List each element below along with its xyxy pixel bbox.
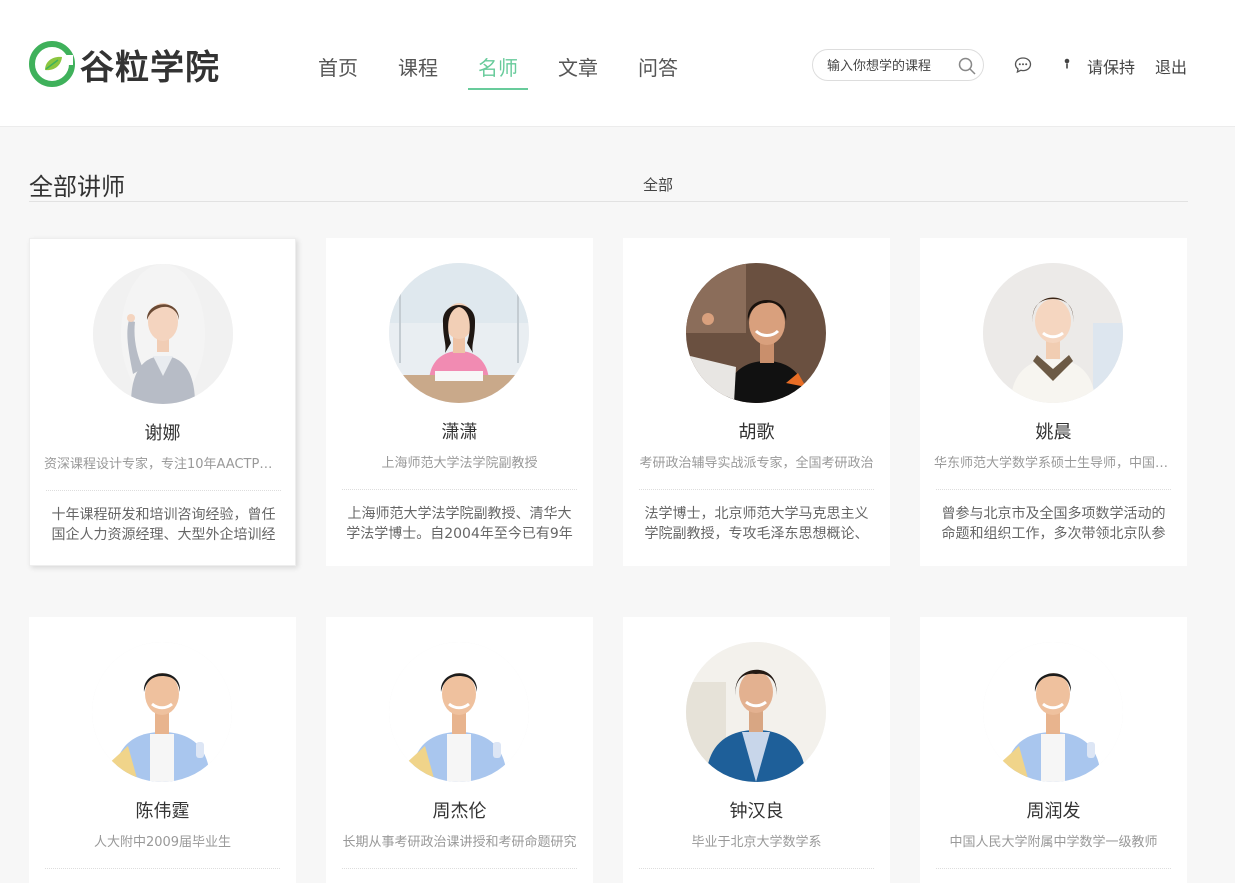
logout-link[interactable]: 退出 — [1155, 54, 1187, 78]
avatar-male-laptop-icon — [686, 263, 826, 403]
logo-leaf-icon — [29, 41, 75, 87]
page-title: 全部讲师 — [29, 173, 125, 201]
nav-active-underline — [468, 88, 528, 90]
logo-text: 谷粒学院 — [80, 47, 220, 88]
teacher-name[interactable]: 周润发 — [920, 797, 1187, 823]
teacher-title: 毕业于北京大学数学系 — [691, 835, 822, 850]
teacher-avatar[interactable] — [389, 263, 529, 403]
title-divider — [29, 201, 1188, 202]
nav-label: 文章 — [558, 56, 598, 80]
teacher-name[interactable]: 周杰伦 — [326, 797, 593, 823]
teacher-intro: 十年课程研发和培训咨询经验，曾任国企人力资源经理、大型外企培训经理 — [51, 507, 276, 543]
avatar-female-pointing-icon — [93, 264, 233, 404]
site-header: 谷粒学院 首页 课程 名师 文章 问答 请保持 退出 — [0, 0, 1235, 127]
teacher-card[interactable]: 周润发 中国人民大学附属中学数学一级教师 — [920, 617, 1187, 883]
teacher-title: 资深课程设计专家，专注10年AACTP认证 — [44, 457, 283, 472]
teacher-avatar[interactable] — [983, 263, 1123, 403]
avatar-male-folder-icon — [983, 642, 1123, 782]
avatar-male-cardigan-icon — [686, 642, 826, 782]
username-link[interactable]: 请保持 — [1087, 54, 1135, 78]
avatar-female-collar-icon — [983, 263, 1123, 403]
teacher-avatar[interactable] — [686, 263, 826, 403]
card-divider — [936, 489, 1171, 490]
nav-teachers[interactable]: 名师 — [468, 52, 558, 90]
avatar-male-folder-icon — [389, 642, 529, 782]
card-divider — [342, 489, 577, 490]
card-divider — [639, 489, 874, 490]
teacher-name[interactable]: 谢娜 — [30, 419, 295, 445]
teacher-card[interactable]: 胡歌 考研政治辅导实战派专家，全国考研政治 法学博士，北京师范大学马克思主义学院… — [623, 238, 890, 566]
avatar-male-folder-icon — [92, 642, 232, 782]
search-input[interactable] — [827, 56, 947, 76]
teacher-title: 中国人民大学附属中学数学一级教师 — [949, 835, 1158, 850]
teacher-card[interactable]: 谢娜 资深课程设计专家，专注10年AACTP认证 十年课程研发和培训咨询经验，曾… — [29, 238, 296, 566]
message-icon[interactable] — [1014, 56, 1032, 74]
teacher-title: 人大附中2009届毕业生 — [93, 835, 232, 850]
card-divider — [45, 868, 280, 869]
teacher-name[interactable]: 钟汉良 — [623, 797, 890, 823]
card-divider — [639, 868, 874, 869]
teacher-name[interactable]: 胡歌 — [623, 418, 890, 444]
teacher-avatar[interactable] — [686, 642, 826, 782]
nav-label: 首页 — [318, 56, 358, 80]
nav-qa[interactable]: 问答 — [638, 52, 718, 90]
main-nav: 首页 课程 名师 文章 问答 — [318, 52, 718, 90]
nav-home[interactable]: 首页 — [318, 52, 398, 90]
teacher-title: 华东师范大学数学系硕士生导师，中国数学 — [934, 456, 1173, 471]
teacher-intro: 法学博士，北京师范大学马克思主义学院副教授，专攻毛泽东思想概论、 — [644, 506, 869, 542]
teacher-title: 上海师范大学法学院副教授 — [381, 456, 538, 471]
teacher-card[interactable]: 钟汉良 毕业于北京大学数学系 — [623, 617, 890, 883]
teacher-card[interactable]: 陈伟霆 人大附中2009届毕业生 — [29, 617, 296, 883]
teacher-title: 考研政治辅导实战派专家，全国考研政治 — [639, 456, 874, 471]
teacher-title: 长期从事考研政治课讲授和考研命题研究 — [342, 835, 577, 850]
avatar-female-pink-icon — [389, 263, 529, 403]
teacher-intro: 曾参与北京市及全国多项数学活动的命题和组织工作，多次带领北京队参 — [941, 506, 1166, 542]
search-icon[interactable] — [958, 57, 976, 75]
nav-articles[interactable]: 文章 — [558, 52, 638, 90]
teacher-avatar[interactable] — [93, 264, 233, 404]
teacher-card[interactable]: 姚晨 华东师范大学数学系硕士生导师，中国数学 曾参与北京市及全国多项数学活动的命… — [920, 238, 1187, 566]
nav-label: 课程 — [398, 56, 438, 80]
teacher-intro: 上海师范大学法学院副教授、清华大学法学博士。自2004年至今已有9年的 — [346, 506, 573, 542]
card-divider — [936, 868, 1171, 869]
search-box — [812, 49, 984, 81]
teacher-card[interactable]: 周杰伦 长期从事考研政治课讲授和考研命题研究 — [326, 617, 593, 883]
site-logo[interactable]: 谷粒学院 — [29, 41, 220, 88]
teacher-name[interactable]: 潇潇 — [326, 418, 593, 444]
nav-label: 名师 — [478, 56, 518, 80]
teacher-name[interactable]: 陈伟霆 — [29, 797, 296, 823]
teacher-avatar[interactable] — [983, 642, 1123, 782]
nav-label: 问答 — [638, 56, 678, 80]
filter-all-link[interactable]: 全部 — [643, 174, 673, 195]
user-avatar-icon[interactable] — [1063, 57, 1071, 71]
card-divider — [46, 490, 281, 491]
nav-courses[interactable]: 课程 — [398, 52, 478, 90]
teacher-avatar[interactable] — [92, 642, 232, 782]
teacher-card[interactable]: 潇潇 上海师范大学法学院副教授 上海师范大学法学院副教授、清华大学法学博士。自2… — [326, 238, 593, 566]
card-divider — [342, 868, 577, 869]
teacher-avatar[interactable] — [389, 642, 529, 782]
teacher-name[interactable]: 姚晨 — [920, 418, 1187, 444]
